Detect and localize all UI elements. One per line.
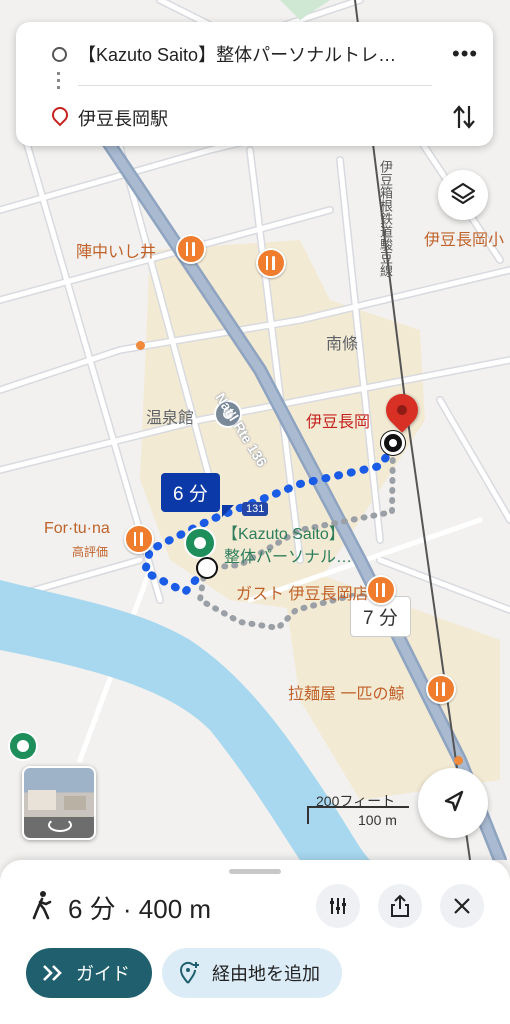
- tune-icon: [330, 898, 346, 914]
- add-waypoint-button[interactable]: 経由地を追加: [162, 948, 342, 998]
- street-view-360-icon: [48, 818, 72, 832]
- share-icon: [391, 894, 409, 917]
- station-label[interactable]: 伊豆長岡: [306, 408, 370, 432]
- layers-button[interactable]: [438, 170, 488, 220]
- guide-button-label: ガイド: [76, 964, 130, 984]
- layers-icon: [450, 182, 476, 205]
- bottom-sheet: 6 分 · 400 m ガイド 経由地を追加: [0, 860, 510, 1024]
- small-poi-dot-icon: [454, 756, 463, 765]
- guide-button[interactable]: ガイド: [26, 948, 152, 998]
- drag-handle[interactable]: [229, 869, 281, 874]
- poi-ramen[interactable]: 拉麺屋 一匹の鯨: [288, 680, 404, 704]
- more-vert-icon: •••: [452, 41, 479, 66]
- origin-field[interactable]: 【Kazuto Saito】整体パーソナルトレ…: [78, 41, 438, 67]
- close-button[interactable]: [440, 884, 484, 928]
- swap-icon: [453, 105, 475, 129]
- directions-card: 【Kazuto Saito】整体パーソナルトレ… ••• 伊豆長岡駅: [16, 22, 493, 146]
- street-view-thumbnail[interactable]: [22, 766, 96, 840]
- park-pin-icon[interactable]: [8, 731, 38, 761]
- navigation-arrow-icon: [444, 790, 464, 812]
- my-location-button[interactable]: [418, 768, 488, 838]
- area-label-nanjo: 南條: [326, 336, 359, 353]
- destination-field[interactable]: 伊豆長岡駅: [78, 105, 168, 131]
- small-poi-dot-icon: [136, 341, 145, 350]
- swap-button[interactable]: [450, 102, 478, 132]
- restaurant-pin-icon[interactable]: [176, 234, 206, 264]
- destination-marker-icon: [381, 431, 405, 455]
- poi-kazuto-line2[interactable]: 整体パーソナル…: [224, 543, 352, 567]
- origin-circle-icon: [52, 47, 67, 62]
- walking-icon: [32, 891, 52, 920]
- poi-gusto[interactable]: ガスト 伊豆長岡店: [236, 580, 368, 604]
- close-icon: [454, 898, 470, 914]
- rail-label: 伊豆箱根鉄道駿豆線: [378, 160, 393, 277]
- add-waypoint-label: 経由地を追加: [212, 964, 320, 984]
- route-options-button[interactable]: [316, 884, 360, 928]
- restaurant-pin-icon[interactable]: [426, 674, 456, 704]
- poi-jinnaka[interactable]: 陣中いし井: [76, 238, 156, 262]
- poi-kazuto-line1[interactable]: 【Kazuto Saito】: [222, 520, 345, 544]
- destination-pin-small-icon: [48, 103, 72, 127]
- bubble-tail-icon: [222, 505, 234, 517]
- share-button[interactable]: [378, 884, 422, 928]
- origin-marker-icon: [196, 557, 218, 579]
- route-summary: 6 分 · 400 m: [68, 894, 212, 924]
- origin-place-pin-icon[interactable]: [184, 527, 216, 559]
- more-options-button[interactable]: •••: [450, 40, 478, 68]
- route-dots-icon: [57, 72, 60, 90]
- card-divider: [78, 85, 432, 86]
- route-shield: 131: [242, 502, 269, 516]
- restaurant-pin-icon[interactable]: [256, 248, 286, 278]
- route-time-selected[interactable]: 6 分: [161, 473, 220, 512]
- scale-metric: 100 m: [358, 812, 397, 828]
- poi-fortuna[interactable]: For·tu·na: [44, 520, 110, 538]
- double-chevron-icon: [43, 965, 62, 981]
- poi-fortuna-rating: 高評価: [72, 545, 109, 559]
- add-location-icon: [179, 961, 199, 984]
- restaurant-pin-icon[interactable]: [366, 575, 396, 605]
- poi-onsenkan[interactable]: 温泉館: [146, 404, 194, 428]
- restaurant-pin-icon[interactable]: [124, 524, 154, 554]
- school-label[interactable]: 伊豆長岡小: [424, 226, 504, 250]
